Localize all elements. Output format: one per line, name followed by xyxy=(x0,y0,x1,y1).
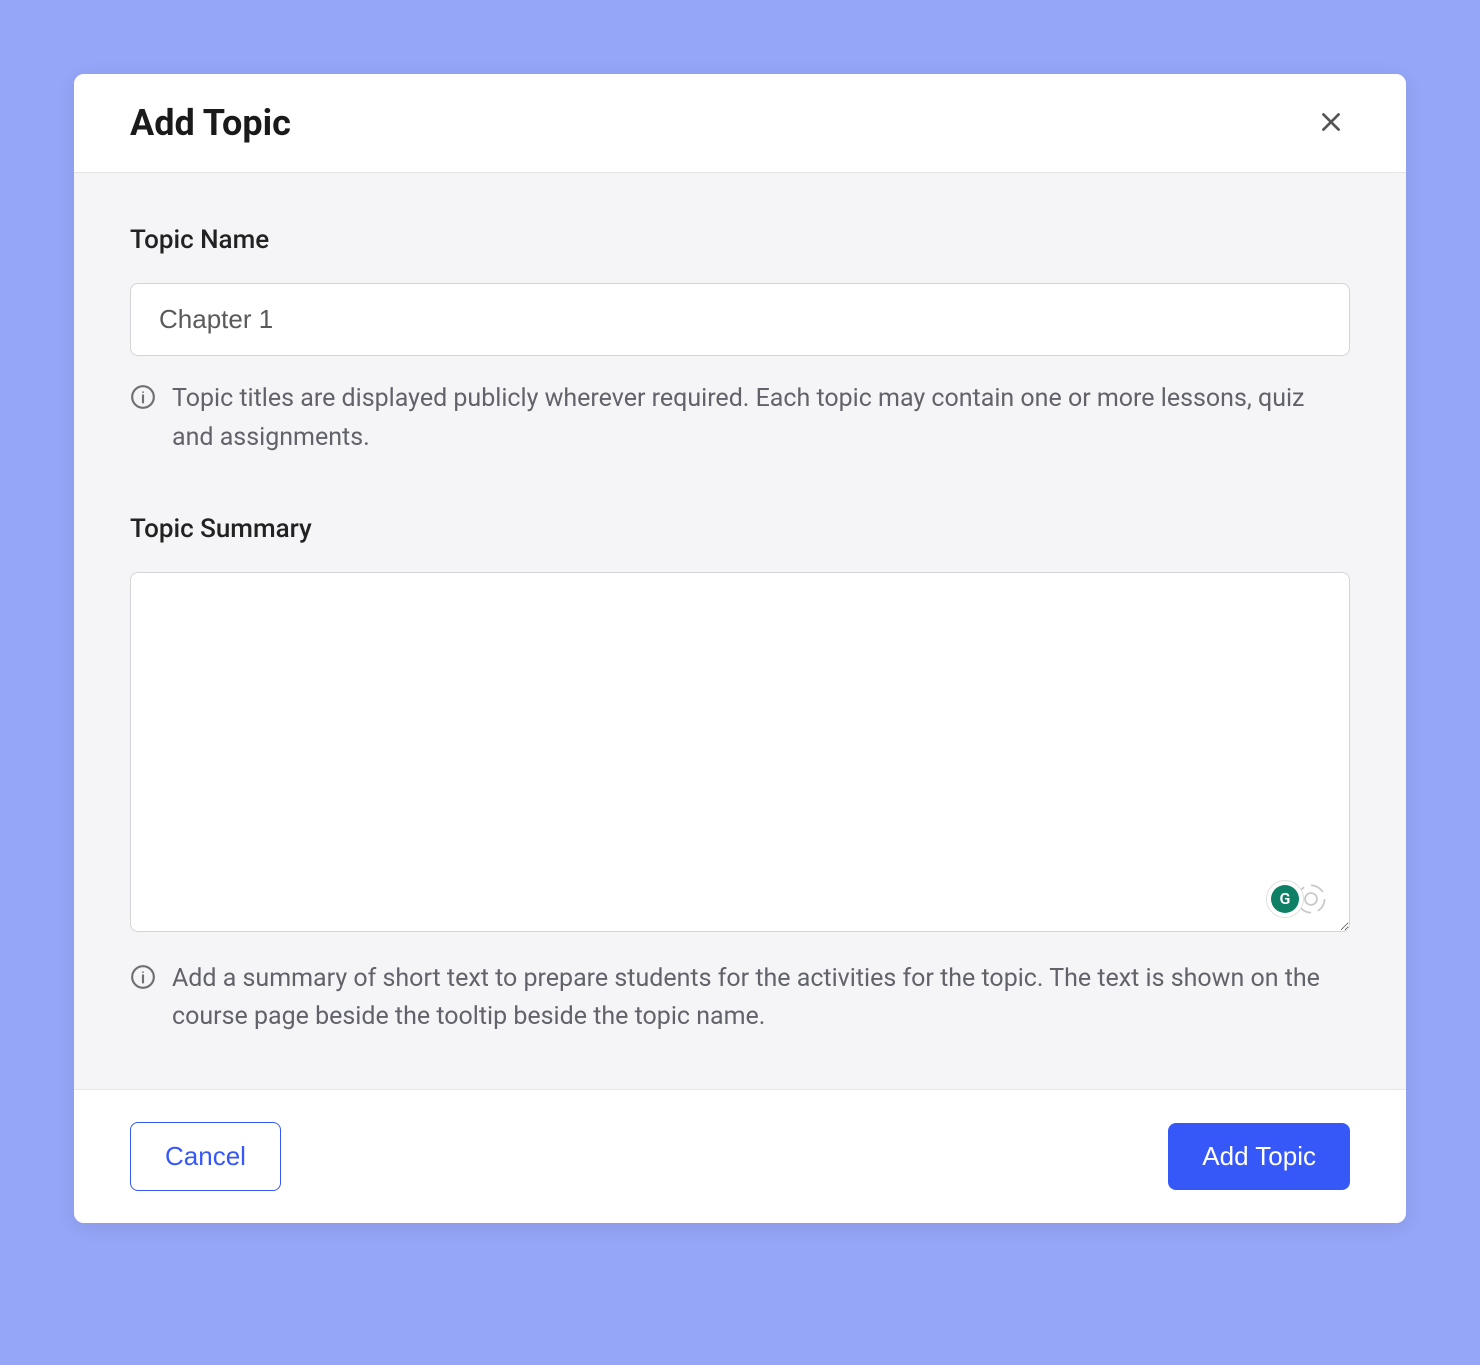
topic-name-help-text: Topic titles are displayed publicly wher… xyxy=(172,380,1350,458)
modal-header: Add Topic xyxy=(74,74,1406,173)
topic-summary-help-text: Add a summary of short text to prepare s… xyxy=(172,960,1350,1038)
close-button[interactable] xyxy=(1312,103,1350,144)
topic-name-input[interactable] xyxy=(130,283,1350,356)
close-icon xyxy=(1318,109,1344,138)
topic-name-group: Topic Name Topic titles are displayed pu… xyxy=(130,225,1350,458)
cancel-button[interactable]: Cancel xyxy=(130,1122,281,1191)
add-topic-button[interactable]: Add Topic xyxy=(1168,1123,1350,1190)
topic-summary-label: Topic Summary xyxy=(130,514,1350,544)
info-icon xyxy=(130,384,156,410)
topic-summary-help-row: Add a summary of short text to prepare s… xyxy=(130,960,1350,1038)
info-icon xyxy=(130,964,156,990)
topic-summary-group: Topic Summary G xyxy=(130,514,1350,1038)
modal-title: Add Topic xyxy=(130,102,291,144)
topic-name-help-row: Topic titles are displayed publicly wher… xyxy=(130,380,1350,458)
modal-footer: Cancel Add Topic xyxy=(74,1089,1406,1223)
topic-name-label: Topic Name xyxy=(130,225,1350,255)
topic-summary-input[interactable] xyxy=(130,572,1350,932)
modal-body: Topic Name Topic titles are displayed pu… xyxy=(74,173,1406,1089)
topic-summary-wrap: G xyxy=(130,572,1350,936)
add-topic-modal: Add Topic Topic Name Topic titles are di… xyxy=(74,74,1406,1223)
